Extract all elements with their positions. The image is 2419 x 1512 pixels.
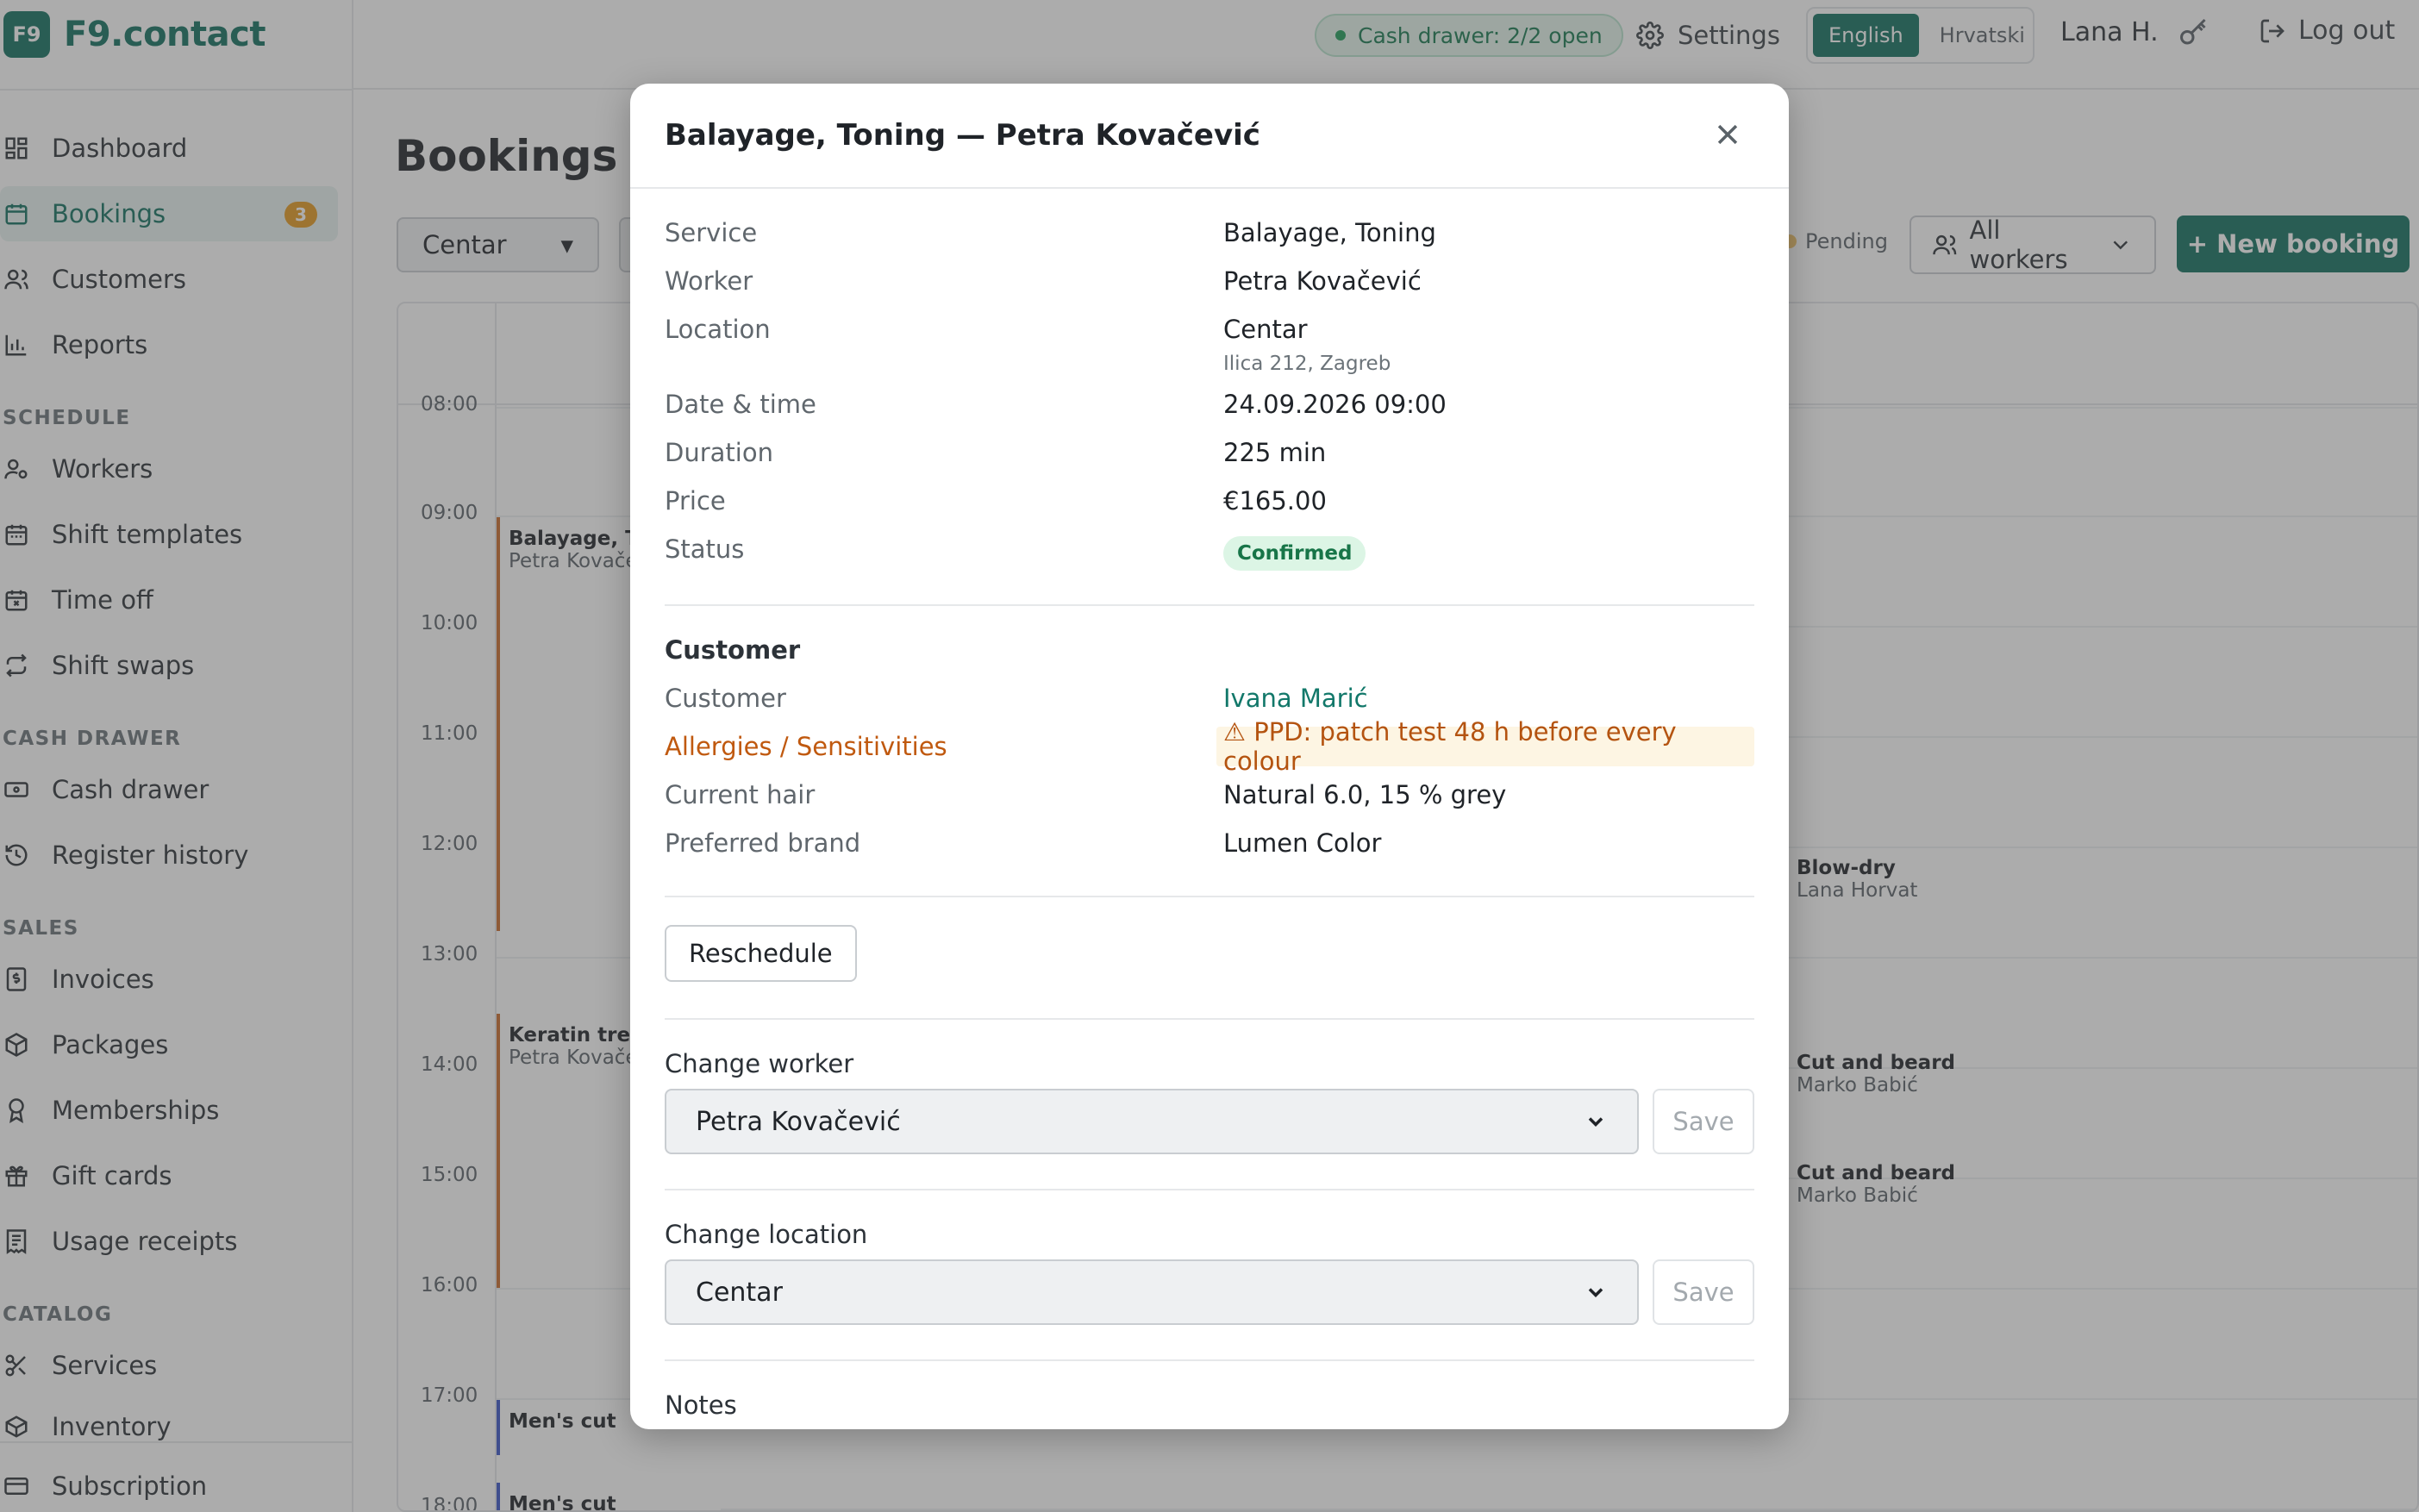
close-button[interactable] xyxy=(1713,120,1744,151)
divider xyxy=(665,1189,1754,1190)
change-worker-value: Petra Kovačević xyxy=(696,1106,901,1137)
field-value: Petra Kovačević xyxy=(1223,266,1422,296)
field-value: Centar xyxy=(1223,315,1308,344)
field-value: 225 min xyxy=(1223,438,1327,467)
field-label: Location xyxy=(665,315,771,344)
change-location-select[interactable]: Centar xyxy=(665,1259,1639,1325)
chevron-down-icon xyxy=(1588,1117,1603,1127)
detail-row-worker: Worker Petra Kovačević xyxy=(665,266,1754,308)
detail-row-current-hair: Current hair Natural 6.0, 15 % grey xyxy=(665,780,1754,822)
field-value: Natural 6.0, 15 % grey xyxy=(1223,780,1507,809)
customer-link[interactable]: Ivana Marić xyxy=(1223,684,1368,713)
field-label: Duration xyxy=(665,438,773,467)
field-label: Service xyxy=(665,218,758,247)
notes-title: Notes xyxy=(665,1390,737,1420)
booking-detail-modal: Balayage, Toning — Petra Kovačević Servi… xyxy=(630,84,1789,1429)
field-label: Date & time xyxy=(665,390,816,419)
field-value: 24.09.2026 09:00 xyxy=(1223,390,1447,419)
detail-row-preferred-brand: Preferred brand Lumen Color xyxy=(665,828,1754,870)
change-location-label: Change location xyxy=(665,1220,868,1249)
detail-row-status: Status Confirmed xyxy=(665,534,1754,576)
field-label: Preferred brand xyxy=(665,828,861,858)
customer-section-title: Customer xyxy=(665,635,801,665)
detail-row-price: Price €165.00 xyxy=(665,486,1754,528)
field-value: Lumen Color xyxy=(1223,828,1382,858)
modal-header: Balayage, Toning — Petra Kovačević xyxy=(630,84,1789,189)
change-worker-label: Change worker xyxy=(665,1049,854,1078)
field-label: Customer xyxy=(665,684,786,713)
divider xyxy=(665,1018,1754,1020)
status-badge: Confirmed xyxy=(1223,536,1366,571)
detail-row-location: Location Centar Ilica 212, Zagreb xyxy=(665,315,1754,384)
chevron-down-icon xyxy=(1588,1288,1603,1297)
detail-row-duration: Duration 225 min xyxy=(665,438,1754,479)
field-label: Price xyxy=(665,486,726,515)
divider xyxy=(665,604,1754,606)
reschedule-button[interactable]: Reschedule xyxy=(665,925,857,982)
detail-row-date-time: Date & time 24.09.2026 09:00 xyxy=(665,390,1754,431)
field-label: Current hair xyxy=(665,780,816,809)
detail-row-service: Service Balayage, Toning xyxy=(665,218,1754,259)
detail-row-allergies: Allergies / Sensitivities ⚠ PPD: patch t… xyxy=(665,717,1754,776)
modal-title: Balayage, Toning — Petra Kovačević xyxy=(665,118,1260,153)
divider xyxy=(665,896,1754,897)
location-address: Ilica 212, Zagreb xyxy=(1223,353,1391,375)
allergy-warning: ⚠ PPD: patch test 48 h before every colo… xyxy=(1216,717,1754,776)
field-value: Balayage, Toning xyxy=(1223,218,1436,247)
field-label: Status xyxy=(665,534,745,564)
field-value: €165.00 xyxy=(1223,486,1327,515)
field-label: Worker xyxy=(665,266,753,296)
close-icon xyxy=(1717,124,1738,145)
change-location-value: Centar xyxy=(696,1277,783,1308)
save-location-button[interactable]: Save xyxy=(1653,1259,1754,1325)
allergies-label: Allergies / Sensitivities xyxy=(665,732,947,761)
divider xyxy=(665,1359,1754,1361)
change-worker-select[interactable]: Petra Kovačević xyxy=(665,1089,1639,1154)
save-worker-button[interactable]: Save xyxy=(1653,1089,1754,1154)
